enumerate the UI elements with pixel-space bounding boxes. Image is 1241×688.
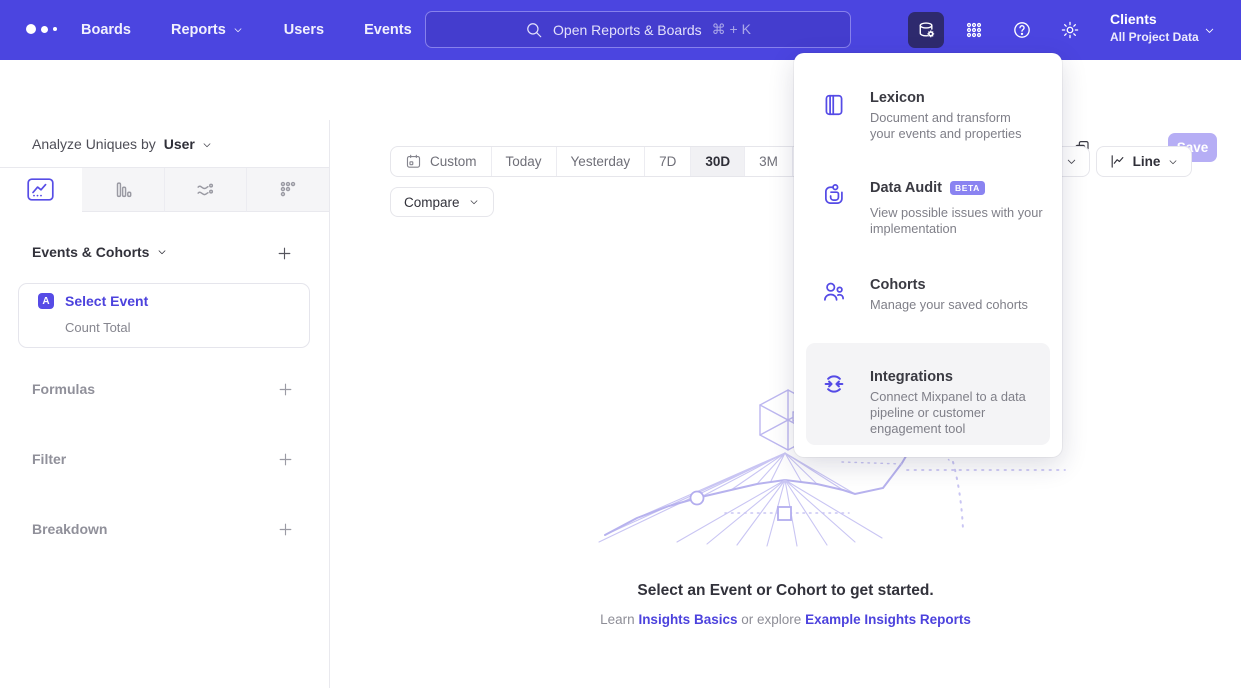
nav-item-events[interactable]: Events [364,22,412,38]
help-button[interactable] [1004,12,1040,48]
chevron-down-icon [468,196,480,208]
menu-item-title: Integrations [870,369,1040,385]
top-navbar: Boards Reports Users Events Open Reports… [0,0,1241,60]
project-title: Clients [1110,11,1199,28]
integrations-sync-icon [821,371,847,397]
chart-type-dropdown[interactable]: Line [1096,146,1192,177]
settings-button[interactable] [1052,12,1088,48]
menu-item-title: Cohorts [870,277,1058,293]
compare-button[interactable]: Compare [390,187,494,217]
project-switcher[interactable]: Clients All Project Data [1110,11,1199,45]
stream-icon [194,179,216,201]
date-range-30d[interactable]: 30D [691,147,745,176]
data-management-popover: Lexicon Document and transform your even… [794,53,1062,457]
empty-state-subtitle: Learn Insights Basics or explore Example… [330,612,1241,627]
help-icon [1012,20,1032,40]
filter-section: Filter [32,449,294,469]
add-breakdown-button[interactable] [277,521,294,538]
search-shortcut: ⌘ + K [712,21,751,38]
bar-chart-icon [112,179,134,201]
formulas-section: Formulas [32,379,294,399]
menu-item-cohorts[interactable]: Cohorts Manage your saved cohorts [821,277,1047,313]
menu-item-description: Manage your saved cohorts [870,297,1058,313]
lexicon-book-icon [821,92,847,118]
search-placeholder: Open Reports & Boards [553,22,702,38]
chevron-down-icon [1065,155,1078,168]
beta-badge: BETA [950,181,985,196]
menu-item-data-audit[interactable]: Data Audit BETA View possible issues wit… [821,180,1047,237]
settings-icon [1060,20,1080,40]
chevron-down-icon [156,246,168,258]
chart-type-tabs [0,167,329,212]
tab-bar-chart[interactable] [82,168,164,212]
tab-stream-chart[interactable] [164,168,247,212]
mixpanel-logo[interactable] [26,24,57,34]
chevron-down-icon[interactable] [1203,24,1216,37]
line-chart-icon [1109,153,1126,170]
add-filter-button[interactable] [277,451,294,468]
nav-icon-group [908,12,1088,48]
data-management-button[interactable] [908,12,944,48]
chevron-down-icon [232,24,244,36]
date-range-3m[interactable]: 3M [745,147,793,176]
nav-item-users[interactable]: Users [284,22,324,38]
apps-grid-icon [964,20,984,40]
example-insights-reports-link[interactable]: Example Insights Reports [805,612,971,627]
menu-item-description: View possible issues with your implement… [870,205,1058,237]
analyze-uniques-row: Analyze Uniques by User [32,120,213,167]
search-icon [525,21,543,39]
data-management-icon [916,20,937,41]
primary-nav: Boards Reports Users Events [81,0,412,60]
menu-item-lexicon[interactable]: Lexicon Document and transform your even… [821,90,1047,142]
line-chart-icon [27,178,54,201]
event-letter-badge: A [38,293,54,309]
global-search-input[interactable]: Open Reports & Boards ⌘ + K [425,11,851,48]
menu-item-integrations[interactable]: Integrations Connect Mixpanel to a data … [821,369,1047,437]
events-cohorts-header[interactable]: Events & Cohorts [32,244,168,260]
add-event-button[interactable] [276,245,293,262]
nav-item-boards[interactable]: Boards [81,22,131,38]
analyze-value[interactable]: User [164,136,195,152]
count-total-label[interactable]: Count Total [65,320,131,335]
menu-item-description: Connect Mixpanel to a data pipeline or c… [870,389,1040,437]
select-event-label[interactable]: Select Event [65,293,148,309]
date-range-today[interactable]: Today [492,147,557,176]
project-subtitle: All Project Data [1110,30,1199,45]
event-card[interactable]: A Select Event Count Total [18,283,310,348]
tab-line-chart[interactable] [0,168,82,212]
date-range-yesterday[interactable]: Yesterday [557,147,646,176]
tab-metrics[interactable] [246,168,329,212]
calendar-icon [405,153,422,170]
insights-basics-link[interactable]: Insights Basics [638,612,737,627]
apps-grid-button[interactable] [956,12,992,48]
query-builder-sidebar: Analyze Uniques by User Events & Cohorts… [0,120,330,688]
metrics-icon [277,179,299,201]
data-audit-icon [821,182,847,208]
menu-item-title: Lexicon [870,90,1032,106]
cohorts-people-icon [821,279,847,305]
date-range-7d[interactable]: 7D [645,147,691,176]
add-formula-button[interactable] [277,381,294,398]
chevron-down-icon[interactable] [201,139,213,151]
nav-item-reports[interactable]: Reports [171,22,244,38]
analyze-prefix-label: Analyze Uniques by [32,136,156,152]
date-range-custom[interactable]: Custom [391,147,492,176]
menu-item-description: Document and transform your events and p… [870,110,1032,142]
breakdown-section: Breakdown [32,519,294,539]
chevron-down-icon [1167,156,1179,168]
empty-state-title: Select an Event or Cohort to get started… [330,582,1241,600]
